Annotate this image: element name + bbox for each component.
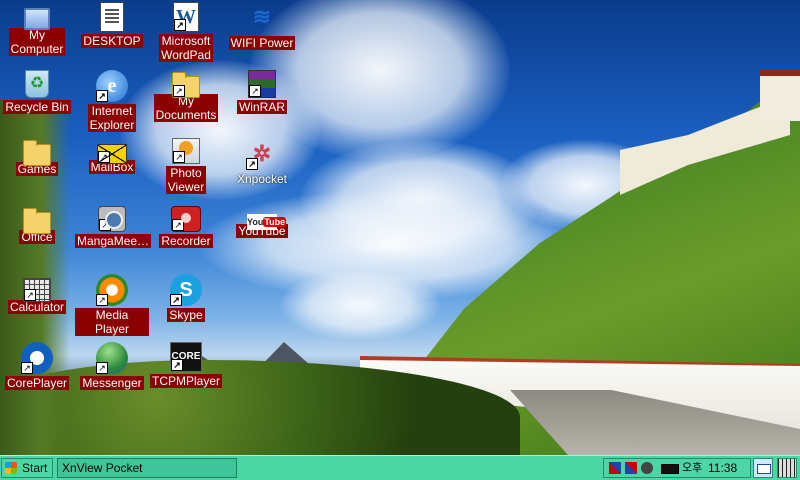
icon-label: Xnpocket — [236, 172, 288, 186]
desktop-icon-calculator[interactable]: ↗ Calculator — [0, 274, 74, 316]
shortcut-arrow-icon: ↗ — [170, 294, 182, 306]
shortcut-arrow-icon: ↗ — [246, 158, 258, 170]
taskbar-button-xnview[interactable]: XnView Pocket — [57, 458, 237, 478]
clock[interactable]: 11:38 — [708, 459, 737, 477]
icon-label: WinRAR — [236, 100, 287, 114]
icon-label: Media Player — [75, 308, 149, 336]
am-pm-indicator: 오후 — [682, 462, 703, 474]
folder-icon — [23, 140, 51, 166]
volume-icon[interactable] — [641, 462, 653, 474]
desktop-icon-recorder[interactable]: ↗ Recorder — [149, 206, 223, 250]
skype-icon: S ↗ — [170, 274, 202, 306]
icon-label: Internet Explorer — [87, 104, 137, 132]
start-button[interactable]: Start — [1, 458, 53, 478]
desktop-icon-office[interactable]: Office — [0, 206, 74, 246]
desktop-switch-icon[interactable] — [753, 458, 773, 478]
desktop-icon-internet-explorer[interactable]: e ↗ Internet Explorer — [75, 70, 149, 134]
shortcut-arrow-icon: ↗ — [172, 219, 184, 231]
icon-label: DESKTOP — [81, 34, 143, 48]
icon-label: TCPMPlayer — [149, 374, 222, 388]
mail-icon: ↗ — [97, 144, 127, 164]
recycle-bin-icon: ♻ — [25, 70, 49, 98]
desktop-icon-media-player[interactable]: ↗ Media Player — [75, 274, 149, 338]
desktop-icon-photo-viewer[interactable]: ↗ Photo Viewer — [149, 138, 223, 196]
messenger-icon: ↗ — [96, 342, 128, 374]
shortcut-arrow-icon: ↗ — [173, 151, 185, 163]
shortcut-arrow-icon: ↗ — [99, 219, 111, 231]
icon-label: WIFI Power — [228, 36, 296, 50]
folder-icon: ↗ — [172, 72, 200, 98]
keyboard-icon[interactable] — [777, 458, 797, 478]
manga-reader-icon: ↗ — [98, 206, 126, 232]
shortcut-arrow-icon: ↗ — [249, 85, 261, 97]
wordpad-icon: W ↗ — [173, 2, 199, 32]
desktop-icon-winrar[interactable]: ↗ WinRAR — [225, 70, 299, 116]
desktop-icon-tcpmplayer[interactable]: CORE ↗ TCPMPlayer — [149, 342, 223, 390]
icon-label: My Documents — [153, 94, 219, 122]
desktop-icon-mangameeya[interactable]: ↗ MangaMee… — [75, 206, 152, 250]
icon-label: Recorder — [159, 234, 213, 248]
tcpmplayer-icon: CORE ↗ — [170, 342, 202, 372]
calculator-icon: ↗ — [23, 278, 51, 302]
shortcut-arrow-icon: ↗ — [96, 294, 108, 306]
shortcut-arrow-icon: ↗ — [171, 359, 183, 371]
desktop-icon-skype[interactable]: S ↗ Skype — [149, 274, 223, 324]
icon-label: Photo Viewer — [165, 166, 207, 194]
network-icon[interactable] — [609, 462, 621, 474]
system-tray: 오후 11:38 — [603, 458, 751, 478]
icon-label: Recycle Bin — [3, 100, 71, 114]
shortcut-arrow-icon: ↗ — [174, 19, 186, 31]
desktop-icon-recycle-bin[interactable]: ♻ Recycle Bin — [0, 70, 74, 116]
folder-icon — [23, 208, 51, 234]
shortcut-arrow-icon: ↗ — [98, 151, 110, 163]
icon-label: Calculator — [7, 300, 67, 314]
desktop-icon-coreplayer[interactable]: ↗ CorePlayer — [0, 342, 74, 392]
desktop-icon-my-documents[interactable]: ↗ My Documents — [149, 70, 223, 124]
internet-explorer-icon: e ↗ — [96, 70, 128, 102]
wifi-icon: ≋ — [252, 4, 272, 29]
battery-icon[interactable] — [661, 464, 679, 474]
taskbar: Start XnView Pocket 오후 11:38 — [0, 455, 800, 480]
winrar-icon: ↗ — [248, 70, 276, 98]
connectivity-icon[interactable] — [625, 462, 637, 474]
desktop-icon-youtube[interactable]: YouTube YouTube — [225, 206, 299, 240]
media-player-icon: ↗ — [96, 274, 128, 306]
desktop-icon-wordpad[interactable]: W ↗ Microsoft WordPad — [149, 2, 223, 64]
desktop-icon-xnpocket[interactable]: ✲ ↗ Xnpocket — [225, 138, 299, 188]
icon-label: My Computer — [8, 28, 66, 56]
shortcut-arrow-icon: ↗ — [173, 85, 185, 97]
icon-label: Skype — [167, 308, 205, 322]
desktop-icon-games[interactable]: Games — [0, 138, 74, 178]
shortcut-arrow-icon: ↗ — [24, 289, 36, 301]
desktop-icon-desktop[interactable]: DESKTOP — [75, 2, 149, 50]
icon-label: Messenger — [80, 376, 144, 390]
icon-label: Microsoft WordPad — [159, 34, 213, 62]
document-icon — [100, 2, 124, 32]
icon-label: CorePlayer — [4, 376, 70, 390]
desktop-icon-my-computer[interactable]: My Computer — [0, 4, 74, 58]
computer-icon — [24, 8, 50, 30]
recorder-icon: ↗ — [171, 206, 201, 232]
windows-flag-icon — [5, 462, 17, 474]
desktop-icon-wifi-power[interactable]: ≋ WIFI Power — [225, 2, 299, 52]
shortcut-arrow-icon: ↗ — [96, 362, 108, 374]
photo-viewer-icon: ↗ — [172, 138, 200, 164]
youtube-icon: YouTube — [247, 214, 287, 230]
icon-label: MangaMee… — [75, 234, 152, 248]
desktop-icon-messenger[interactable]: ↗ Messenger — [75, 342, 149, 392]
coreplayer-icon: ↗ — [21, 342, 53, 374]
shortcut-arrow-icon: ↗ — [96, 90, 108, 102]
shortcut-arrow-icon: ↗ — [21, 362, 33, 374]
start-label: Start — [22, 461, 48, 475]
xnpocket-icon: ✲ ↗ — [246, 138, 278, 170]
desktop-icon-mailbox[interactable]: ↗ MailBox — [75, 138, 149, 176]
